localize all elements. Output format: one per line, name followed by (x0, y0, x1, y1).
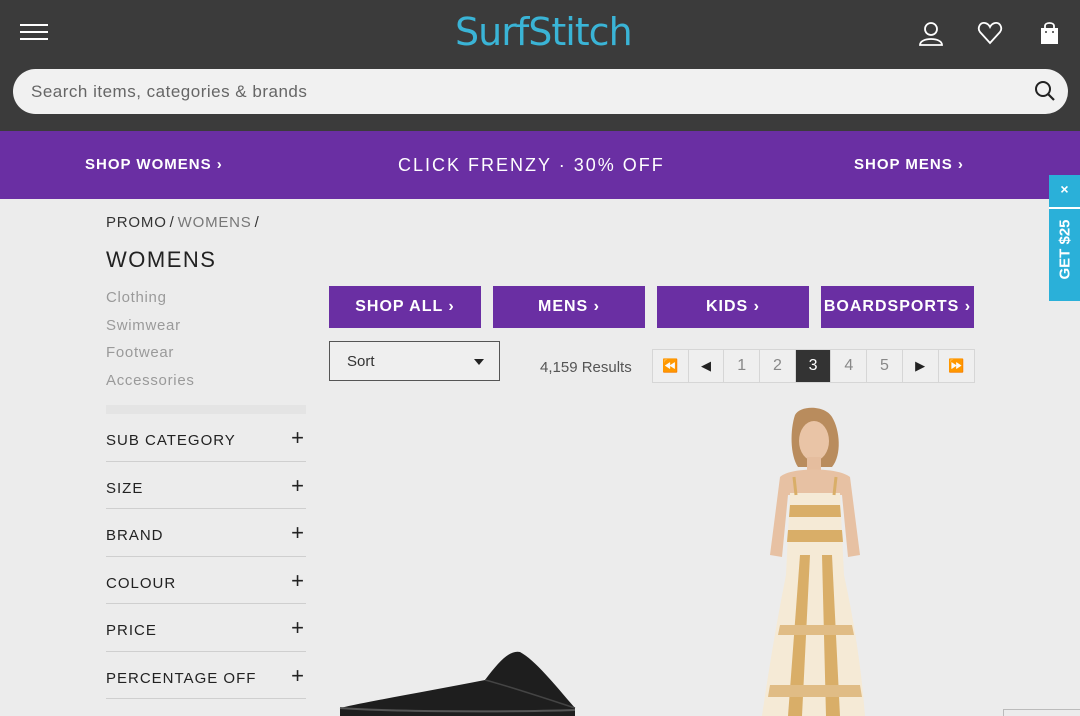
plus-icon[interactable]: + (291, 663, 304, 689)
site-logo[interactable]: SurfStitch (455, 10, 633, 54)
search-bar (13, 69, 1068, 114)
breadcrumb-item-promo[interactable]: PROMO (106, 214, 167, 231)
filter-colour[interactable]: COLOUR + (106, 557, 306, 604)
chevron-down-icon (474, 359, 484, 365)
filter-label: PRICE (106, 622, 157, 639)
shop-womens-link[interactable]: SHOP WOMENS › (85, 131, 223, 199)
filter-label: PERCENTAGE OFF (106, 669, 257, 687)
close-icon[interactable]: × (1049, 181, 1080, 197)
plus-icon[interactable]: + (291, 520, 304, 546)
plus-icon[interactable]: + (291, 425, 304, 451)
get-25-label[interactable]: GET $25 (1057, 204, 1074, 296)
category-link-footwear[interactable]: Footwear (106, 344, 195, 372)
page-5[interactable]: 5 (867, 350, 903, 382)
filter-list: SUB CATEGORY + SIZE + BRAND + COLOUR + PRICE… (106, 414, 306, 699)
breadcrumb-item-womens[interactable]: WOMENS (178, 214, 252, 231)
prev-page-icon[interactable]: ◀ (688, 350, 725, 382)
product-image-black-slide-shoe[interactable] (335, 640, 580, 716)
category-list: Clothing Swimwear Footwear Accessories (106, 289, 195, 399)
promo-message[interactable]: CLICK FRENZY · 30% OFF (398, 131, 665, 199)
promo-band: SHOP WOMENS › CLICK FRENZY · 30% OFF SHO… (0, 131, 1080, 199)
filter-label: SUB CATEGORY (106, 432, 236, 449)
corner-widget-edge (1003, 709, 1080, 716)
plus-icon[interactable]: + (291, 615, 304, 641)
shop-mens-link[interactable]: SHOP MENS › (854, 131, 964, 199)
site-header: SurfStitch (0, 0, 1080, 131)
boardsports-button[interactable]: BOARDSPORTS › (821, 286, 974, 328)
category-link-swimwear[interactable]: Swimwear (106, 317, 195, 345)
first-page-icon[interactable]: ⏪ (653, 350, 689, 382)
sort-selected-value: Sort (347, 353, 375, 370)
account-icon[interactable] (918, 20, 944, 46)
filter-brand[interactable]: BRAND + (106, 509, 306, 557)
last-page-icon[interactable]: ⏩ (938, 350, 975, 382)
kids-button[interactable]: KIDS › (657, 286, 809, 328)
shop-all-button[interactable]: SHOP ALL › (329, 286, 481, 328)
filter-price[interactable]: PRICE + (106, 604, 306, 652)
page-2[interactable]: 2 (760, 350, 796, 382)
shopping-bag-icon[interactable] (1037, 20, 1063, 46)
breadcrumb: PROMO / WOMENS / (106, 214, 260, 231)
category-link-accessories[interactable]: Accessories (106, 372, 195, 400)
page-title: WOMENS (106, 247, 217, 272)
filter-sub-category[interactable]: SUB CATEGORY + (106, 414, 306, 462)
next-page-icon[interactable]: ▶ (902, 350, 939, 382)
filter-label: SIZE (106, 479, 144, 497)
filter-label: COLOUR (106, 574, 177, 592)
wishlist-heart-icon[interactable] (977, 20, 1003, 46)
hamburger-menu-icon[interactable] (20, 24, 48, 44)
filter-percentage-off[interactable]: PERCENTAGE OFF + (106, 652, 306, 699)
results-count: 4,159 Results (540, 359, 632, 376)
product-image-striped-maxi-dress[interactable] (750, 405, 880, 716)
plus-icon[interactable]: + (291, 568, 304, 594)
category-link-clothing[interactable]: Clothing (106, 289, 195, 317)
page-3[interactable]: 3 (795, 350, 832, 382)
filter-size[interactable]: SIZE + (106, 462, 306, 509)
mens-button[interactable]: MENS › (493, 286, 645, 328)
filter-divider (106, 405, 306, 414)
page-4[interactable]: 4 (831, 350, 868, 382)
pagination: ⏪ ◀ 1 2 3 4 5 ▶ ⏩ (652, 349, 976, 383)
plus-icon[interactable]: + (291, 473, 304, 499)
get-25-side-tab[interactable]: × GET $25 (1049, 175, 1080, 301)
sort-select[interactable]: Sort (329, 341, 500, 381)
search-input[interactable] (31, 69, 1011, 114)
filter-label: BRAND (106, 527, 164, 544)
page-1[interactable]: 1 (724, 350, 761, 382)
search-icon[interactable] (1034, 80, 1056, 102)
